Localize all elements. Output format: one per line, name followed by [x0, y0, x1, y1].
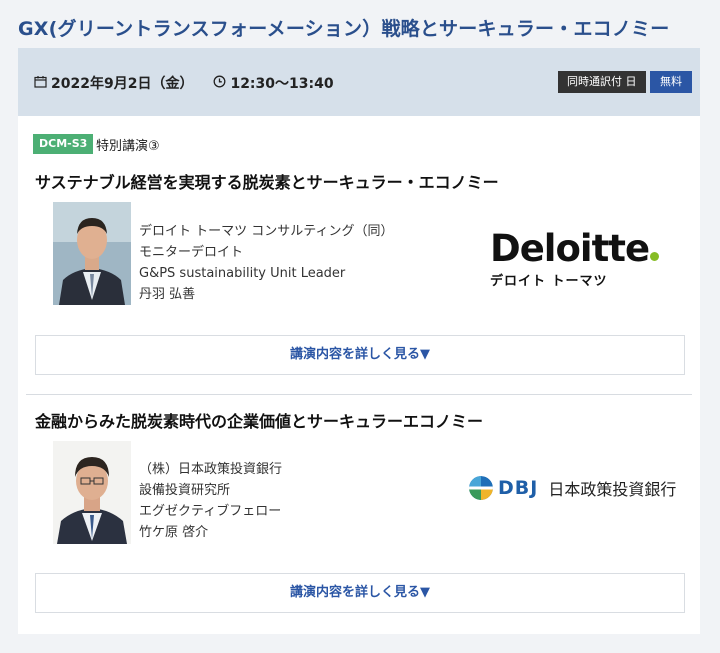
speaker-position: G&PS sustainability Unit Leader	[139, 266, 346, 281]
speaker-position: エグゼクティブフェロー	[139, 504, 282, 519]
session-card: 2022年9月2日（金） 12:30～13:40 同時通訳付 日 無料 DCM-…	[18, 48, 700, 634]
session-type-label: 特別講演③	[96, 139, 160, 154]
talk-detail-button[interactable]: 講演内容を詳しく見る▼	[35, 335, 685, 375]
speaker-photo	[53, 202, 131, 305]
dbj-logo: DBJ 日本政策投資銀行	[469, 476, 676, 500]
deloitte-logo-word: Deloitte	[490, 227, 650, 270]
deloitte-logo: Deloitte デロイト トーマツ	[490, 229, 660, 293]
speaker-division: 設備投資研究所	[139, 483, 231, 498]
calendar-icon	[34, 75, 47, 92]
speaker-company: （株）日本政策投資銀行	[139, 462, 283, 477]
clock-icon	[213, 75, 226, 92]
page-title: GX(グリーントランスフォーメーション）戦略とサーキュラー・エコノミー	[18, 18, 670, 40]
speaker-name: 丹羽 弘善	[139, 287, 196, 302]
speaker-photo	[53, 441, 131, 544]
session-meta: 2022年9月2日（金） 12:30～13:40	[34, 73, 334, 93]
session-code-badge: DCM-S3	[33, 134, 94, 154]
talk-detail-button[interactable]: 講演内容を詳しく見る▼	[35, 573, 685, 613]
speaker-company: デロイト トーマツ コンサルティング（同）	[139, 224, 394, 239]
talk-title: サステナブル経営を実現する脱炭素とサーキュラー・エコノミー	[35, 173, 499, 192]
speaker-name: 竹ケ原 啓介	[139, 525, 209, 540]
interpretation-badge: 同時通訳付 日	[558, 71, 646, 93]
session-header: 2022年9月2日（金） 12:30～13:40 同時通訳付 日 無料	[18, 48, 700, 116]
deloitte-dot-icon	[650, 252, 660, 261]
dbj-logo-name: 日本政策投資銀行	[548, 480, 677, 499]
talk-title: 金融からみた脱炭素時代の企業価値とサーキュラーエコノミー	[35, 412, 484, 431]
speaker-info: デロイト トーマツ コンサルティング（同） モニターデロイト G&PS sust…	[139, 221, 394, 305]
talk-divider	[26, 394, 692, 395]
dbj-globe-icon	[469, 476, 493, 500]
deloitte-logo-sub: デロイト トーマツ	[490, 274, 608, 289]
dbj-logo-abbr: DBJ	[498, 477, 539, 499]
speaker-info: （株）日本政策投資銀行 設備投資研究所 エグゼクティブフェロー 竹ケ原 啓介	[139, 459, 282, 543]
session-time: 12:30～13:40	[230, 76, 334, 92]
free-badge: 無料	[650, 71, 692, 93]
session-date: 2022年9月2日（金）	[51, 76, 194, 92]
speaker-division: モニターデロイト	[139, 245, 244, 260]
